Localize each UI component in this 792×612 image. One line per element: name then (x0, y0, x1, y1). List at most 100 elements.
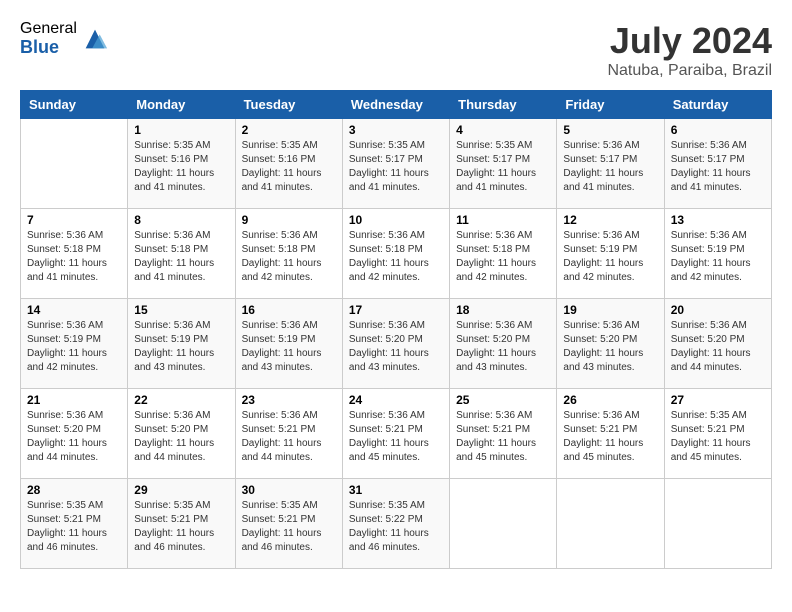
week-row-5: 28 Sunrise: 5:35 AMSunset: 5:21 PMDayligh… (21, 479, 772, 569)
day-number: 9 (242, 213, 336, 227)
day-info: Sunrise: 5:36 AMSunset: 5:17 PMDaylight:… (671, 139, 765, 195)
day-number: 3 (349, 123, 443, 137)
day-info: Sunrise: 5:36 AMSunset: 5:18 PMDaylight:… (242, 229, 336, 285)
day-of-week-monday: Monday (128, 91, 235, 119)
calendar-cell: 13 Sunrise: 5:36 AMSunset: 5:19 PMDayligh… (664, 209, 771, 299)
week-row-1: 1 Sunrise: 5:35 AMSunset: 5:16 PMDaylight… (21, 119, 772, 209)
day-info: Sunrise: 5:35 AMSunset: 5:17 PMDaylight:… (349, 139, 443, 195)
day-info: Sunrise: 5:36 AMSunset: 5:20 PMDaylight:… (349, 319, 443, 375)
day-number: 4 (456, 123, 550, 137)
calendar-cell: 14Sunrise: 5:36 AMSunset: 5:19 PMDayligh… (21, 299, 128, 389)
day-info: Sunrise: 5:35 AMSunset: 5:16 PMDaylight:… (242, 139, 336, 195)
calendar-cell: 29Sunrise: 5:35 AMSunset: 5:21 PMDayligh… (128, 479, 235, 569)
day-number: 7 (27, 213, 121, 227)
day-info: Sunrise: 5:36 AMSunset: 5:21 PMDaylight:… (456, 409, 550, 465)
day-info: Sunrise: 5:35 AMSunset: 5:17 PMDaylight:… (456, 139, 550, 195)
calendar-cell: 4 Sunrise: 5:35 AMSunset: 5:17 PMDaylight… (450, 119, 557, 209)
day-of-week-tuesday: Tuesday (235, 91, 342, 119)
day-number: 8 (134, 213, 228, 227)
calendar-cell: 5 Sunrise: 5:36 AMSunset: 5:17 PMDaylight… (557, 119, 664, 209)
day-info: Sunrise: 5:36 AMSunset: 5:20 PMDaylight:… (27, 409, 121, 465)
calendar-cell: 7Sunrise: 5:36 AMSunset: 5:18 PMDaylight… (21, 209, 128, 299)
calendar-cell: 23Sunrise: 5:36 AMSunset: 5:21 PMDayligh… (235, 389, 342, 479)
day-info: Sunrise: 5:36 AMSunset: 5:20 PMDaylight:… (671, 319, 765, 375)
day-number: 31 (349, 483, 443, 497)
day-number: 11 (456, 213, 550, 227)
calendar-cell: 8 Sunrise: 5:36 AMSunset: 5:18 PMDaylight… (128, 209, 235, 299)
location: Natuba, Paraiba, Brazil (607, 62, 772, 80)
day-number: 15 (134, 303, 228, 317)
day-info: Sunrise: 5:35 AMSunset: 5:21 PMDaylight:… (134, 499, 228, 555)
day-of-week-friday: Friday (557, 91, 664, 119)
calendar-cell: 22 Sunrise: 5:36 AMSunset: 5:20 PMDayligh… (128, 389, 235, 479)
day-number: 16 (242, 303, 336, 317)
day-info: Sunrise: 5:36 AMSunset: 5:19 PMDaylight:… (27, 319, 121, 375)
day-info: Sunrise: 5:36 AMSunset: 5:19 PMDaylight:… (134, 319, 228, 375)
day-info: Sunrise: 5:36 AMSunset: 5:21 PMDaylight:… (563, 409, 657, 465)
day-number: 25 (456, 393, 550, 407)
day-info: Sunrise: 5:35 AMSunset: 5:21 PMDaylight:… (671, 409, 765, 465)
day-number: 26 (563, 393, 657, 407)
calendar-cell: 15 Sunrise: 5:36 AMSunset: 5:19 PMDayligh… (128, 299, 235, 389)
days-of-week-row: SundayMondayTuesdayWednesdayThursdayFrid… (21, 91, 772, 119)
day-number: 23 (242, 393, 336, 407)
calendar-cell: 6Sunrise: 5:36 AMSunset: 5:17 PMDaylight… (664, 119, 771, 209)
day-number: 2 (242, 123, 336, 137)
logo-blue: Blue (20, 38, 77, 58)
calendar-cell: 11 Sunrise: 5:36 AMSunset: 5:18 PMDayligh… (450, 209, 557, 299)
day-info: Sunrise: 5:36 AMSunset: 5:18 PMDaylight:… (349, 229, 443, 285)
calendar-header: SundayMondayTuesdayWednesdayThursdayFrid… (21, 91, 772, 119)
day-number: 17 (349, 303, 443, 317)
day-info: Sunrise: 5:36 AMSunset: 5:19 PMDaylight:… (242, 319, 336, 375)
day-info: Sunrise: 5:36 AMSunset: 5:20 PMDaylight:… (456, 319, 550, 375)
week-row-2: 7 Sunrise: 5:36 AMSunset: 5:18 PMDaylight… (21, 209, 772, 299)
day-info: Sunrise: 5:36 AMSunset: 5:18 PMDaylight:… (134, 229, 228, 285)
calendar-cell: 10 Sunrise: 5:36 AMSunset: 5:18 PMDayligh… (342, 209, 449, 299)
calendar-cell: 18 Sunrise: 5:36 AMSunset: 5:20 PMDayligh… (450, 299, 557, 389)
day-number: 24 (349, 393, 443, 407)
day-number: 28 (27, 483, 121, 497)
calendar-cell: 24Sunrise: 5:36 AMSunset: 5:21 PMDayligh… (342, 389, 449, 479)
logo-icon (81, 25, 109, 53)
day-of-week-sunday: Sunday (21, 91, 128, 119)
calendar-cell: 30Sunrise: 5:35 AMSunset: 5:21 PMDayligh… (235, 479, 342, 569)
calendar-cell: 12 Sunrise: 5:36 AMSunset: 5:19 PMDayligh… (557, 209, 664, 299)
logo-text: General Blue (20, 20, 77, 57)
day-info: Sunrise: 5:35 AMSunset: 5:16 PMDaylight:… (134, 139, 228, 195)
calendar-cell: 28 Sunrise: 5:35 AMSunset: 5:21 PMDayligh… (21, 479, 128, 569)
day-of-week-saturday: Saturday (664, 91, 771, 119)
day-number: 30 (242, 483, 336, 497)
day-of-week-thursday: Thursday (450, 91, 557, 119)
day-number: 18 (456, 303, 550, 317)
day-number: 20 (671, 303, 765, 317)
day-number: 21 (27, 393, 121, 407)
day-number: 22 (134, 393, 228, 407)
day-number: 5 (563, 123, 657, 137)
day-number: 12 (563, 213, 657, 227)
calendar-cell: 27 Sunrise: 5:35 AMSunset: 5:21 PMDayligh… (664, 389, 771, 479)
day-info: Sunrise: 5:36 AMSunset: 5:18 PMDaylight:… (456, 229, 550, 285)
logo: General Blue (20, 20, 109, 57)
day-info: Sunrise: 5:36 AMSunset: 5:19 PMDaylight:… (671, 229, 765, 285)
calendar-cell (21, 119, 128, 209)
week-row-4: 21 Sunrise: 5:36 AMSunset: 5:20 PMDayligh… (21, 389, 772, 479)
day-info: Sunrise: 5:36 AMSunset: 5:20 PMDaylight:… (563, 319, 657, 375)
day-number: 10 (349, 213, 443, 227)
calendar-cell: 3 Sunrise: 5:35 AMSunset: 5:17 PMDaylight… (342, 119, 449, 209)
calendar-cell: 25 Sunrise: 5:36 AMSunset: 5:21 PMDayligh… (450, 389, 557, 479)
month-year: July 2024 (607, 20, 772, 62)
day-info: Sunrise: 5:36 AMSunset: 5:20 PMDaylight:… (134, 409, 228, 465)
day-info: Sunrise: 5:36 AMSunset: 5:17 PMDaylight:… (563, 139, 657, 195)
day-info: Sunrise: 5:35 AMSunset: 5:21 PMDaylight:… (27, 499, 121, 555)
logo-general: General (20, 20, 77, 38)
day-number: 27 (671, 393, 765, 407)
calendar-cell: 16 Sunrise: 5:36 AMSunset: 5:19 PMDayligh… (235, 299, 342, 389)
calendar-cell (557, 479, 664, 569)
day-number: 1 (134, 123, 228, 137)
day-number: 13 (671, 213, 765, 227)
calendar-cell: 2 Sunrise: 5:35 AMSunset: 5:16 PMDaylight… (235, 119, 342, 209)
day-info: Sunrise: 5:35 AMSunset: 5:22 PMDaylight:… (349, 499, 443, 555)
day-number: 19 (563, 303, 657, 317)
calendar-cell: 17 Sunrise: 5:36 AMSunset: 5:20 PMDayligh… (342, 299, 449, 389)
day-info: Sunrise: 5:36 AMSunset: 5:19 PMDaylight:… (563, 229, 657, 285)
